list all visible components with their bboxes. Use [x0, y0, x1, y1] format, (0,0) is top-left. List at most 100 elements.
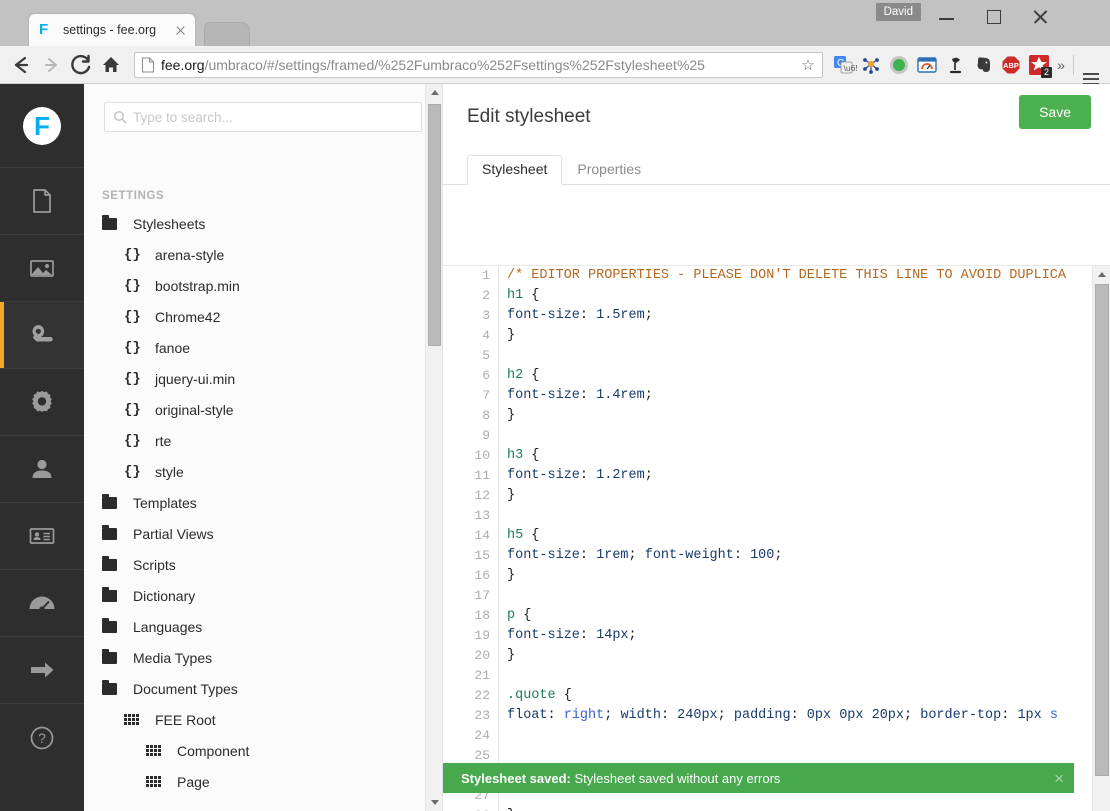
tree-node[interactable]: Page [84, 766, 442, 797]
code-line[interactable] [500, 426, 1092, 446]
code-editor[interactable]: 1 2 3 4 5 6 7 8 9 10 11 12 13 14 15 16 17 18 19 20 21 22 23 24 2… [443, 265, 1110, 811]
window-close-button[interactable] [1017, 0, 1063, 30]
code-line[interactable]: h5 { [500, 526, 1092, 546]
sidebar-item-help[interactable]: ? [0, 704, 84, 771]
code-line[interactable] [500, 666, 1092, 686]
toolbar-overflow-chevron[interactable]: » [1053, 57, 1069, 73]
tab-close-icon[interactable] [172, 22, 189, 39]
tree-node[interactable]: {} Chrome42 [84, 301, 442, 332]
tree-scrollbar-thumb[interactable] [428, 104, 441, 346]
tree-node[interactable]: {} style [84, 456, 442, 487]
home-icon[interactable] [96, 50, 126, 80]
evernote-elephant-icon[interactable] [969, 51, 997, 79]
sidebar-item-media[interactable] [0, 235, 84, 302]
tree-scroll-up-button[interactable] [426, 84, 443, 101]
code-line[interactable]: font-size: 1.5rem; [500, 306, 1092, 326]
code-line[interactable]: /* EDITOR PROPERTIES - PLEASE DON'T DELE… [500, 266, 1092, 286]
save-button[interactable]: Save [1019, 95, 1091, 129]
tree-node[interactable]: {} original-style [84, 394, 442, 425]
google-translate-icon[interactable]: G\u6587 [829, 51, 870, 79]
sidebar-item-analytics[interactable] [0, 570, 84, 637]
puzzle-extension-icon[interactable]: 2 [1025, 51, 1053, 79]
line-number: 28 [460, 806, 498, 811]
sidebar-item-members[interactable] [0, 503, 84, 570]
tree-node[interactable]: {} bootstrap.min [84, 270, 442, 301]
code-line[interactable]: h2 { [500, 366, 1092, 386]
tree-node-label: Partial Views [133, 525, 214, 542]
window-minimize-button[interactable] [924, 0, 970, 30]
code-line[interactable]: font-size: 1.2rem; [500, 466, 1092, 486]
tree-node[interactable]: FEE Root [84, 704, 442, 735]
code-line[interactable]: .quote { [500, 686, 1092, 706]
tree-scrollbar[interactable] [425, 84, 442, 811]
tree-node[interactable]: Stylesheets [84, 208, 442, 239]
sidebar-item-forms[interactable] [0, 637, 84, 704]
back-arrow-icon[interactable] [6, 50, 36, 80]
tree-node[interactable]: Languages [84, 611, 442, 642]
code-line[interactable]: } [500, 326, 1092, 346]
address-bar[interactable]: fee.org/umbraco/#/settings/framed/%252Fu… [134, 51, 823, 78]
search-box[interactable] [104, 102, 422, 132]
tab-stylesheet[interactable]: Stylesheet [467, 155, 563, 185]
tree-node[interactable]: {} fanoe [84, 332, 442, 363]
code-line[interactable]: } [500, 646, 1092, 666]
code-area[interactable]: 1 2 3 4 5 6 7 8 9 10 11 12 13 14 15 16 17 18 19 20 21 22 23 24 2… [460, 266, 1092, 811]
code-token: } [507, 408, 516, 423]
code-line[interactable] [500, 346, 1092, 366]
code-line[interactable]: } [500, 806, 1092, 811]
tree-scroll-down-button[interactable] [426, 794, 443, 811]
tree-node[interactable]: Partial Views [84, 518, 442, 549]
tree-node[interactable]: Component [84, 735, 442, 766]
logo-letter: F [34, 110, 50, 141]
browser-window: F settings - fee.org David fee.org/umbra… [0, 0, 1110, 811]
tree-node[interactable]: {} arena-style [84, 239, 442, 270]
sidebar-item-users[interactable] [0, 436, 84, 503]
tree-node[interactable]: {} rte [84, 425, 442, 456]
code-token: { [555, 688, 572, 703]
tree-node[interactable]: Scripts [84, 549, 442, 580]
tree-node[interactable]: Document Types [84, 673, 442, 704]
code-line[interactable]: } [500, 566, 1092, 586]
notification-close-icon[interactable]: × [1054, 770, 1064, 787]
code-lines[interactable]: /* EDITOR PROPERTIES - PLEASE DON'T DELE… [500, 266, 1092, 811]
new-tab-button[interactable] [204, 22, 250, 46]
sidebar-item-content[interactable] [0, 168, 84, 235]
editor-scrollbar-thumb[interactable] [1095, 284, 1109, 776]
graph-nodes-icon[interactable] [857, 51, 885, 79]
chrome-user-badge[interactable]: David [875, 3, 921, 21]
code-line[interactable]: h3 { [500, 446, 1092, 466]
code-line[interactable] [500, 726, 1092, 746]
forward-arrow-icon[interactable] [36, 50, 66, 80]
code-line[interactable]: } [500, 406, 1092, 426]
code-line[interactable] [500, 586, 1092, 606]
code-token: ; [644, 388, 653, 403]
code-line[interactable]: h1 { [500, 286, 1092, 306]
umbraco-logo[interactable]: F [0, 84, 84, 168]
tree-node[interactable]: Media Types [84, 642, 442, 673]
code-line[interactable]: font-size: 14px; [500, 626, 1092, 646]
tree-node[interactable]: Dictionary [84, 580, 442, 611]
adblock-plus-icon[interactable]: ABP [997, 51, 1025, 79]
search-input[interactable] [133, 109, 413, 125]
tree-node[interactable]: {} jquery-ui.min [84, 363, 442, 394]
sidebar-item-developer[interactable] [0, 369, 84, 436]
editor-scrollbar[interactable] [1092, 266, 1110, 811]
code-line[interactable] [500, 506, 1092, 526]
sidebar-item-settings[interactable] [0, 302, 84, 369]
gauge-icon [26, 589, 58, 617]
code-line[interactable]: font-size: 1.4rem; [500, 386, 1092, 406]
lamp-icon[interactable] [941, 51, 969, 79]
tree-node[interactable]: Templates [84, 487, 442, 518]
code-line[interactable]: } [500, 486, 1092, 506]
bookmark-star-icon[interactable]: ☆ [798, 56, 818, 74]
browser-tab[interactable]: F settings - fee.org [28, 13, 196, 46]
editor-scroll-up-button[interactable] [1093, 266, 1110, 283]
code-line[interactable]: p { [500, 606, 1092, 626]
code-line[interactable]: float: right; width: 240px; padding: 0px… [500, 706, 1092, 726]
window-maximize-button[interactable] [971, 0, 1017, 30]
green-dot-icon[interactable] [885, 51, 913, 79]
speedometer-window-icon[interactable] [913, 51, 941, 79]
tab-properties[interactable]: Properties [562, 155, 656, 185]
reload-icon[interactable] [66, 50, 96, 80]
code-line[interactable]: font-size: 1rem; font-weight: 100; [500, 546, 1092, 566]
